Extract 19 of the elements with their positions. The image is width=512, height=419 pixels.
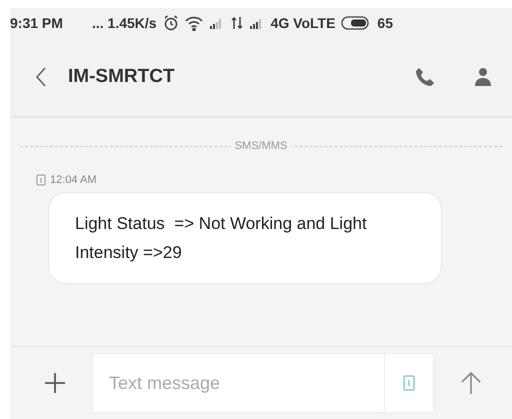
send-arrow-icon[interactable] [460, 371, 482, 395]
alarm-clock-icon [162, 15, 179, 31]
network-type: 4G VoLTE [270, 15, 336, 31]
channel-label: SMS/MMS [230, 140, 292, 152]
battery-icon [341, 16, 372, 30]
network-speed: ... 1.45K/s [92, 15, 157, 31]
battery-percent: 65 [377, 15, 393, 31]
message-time: 12:04 AM [50, 174, 96, 186]
plus-icon[interactable] [44, 372, 66, 394]
message-field[interactable]: Text message [92, 353, 384, 413]
back-icon[interactable] [34, 66, 48, 88]
status-time: 9:31 PM [10, 15, 64, 31]
data-arrows-icon [230, 16, 243, 30]
phone-icon[interactable] [414, 66, 436, 88]
contact-name: IM-SMRTCT [68, 66, 175, 88]
person-icon[interactable] [474, 67, 492, 87]
sim-card-icon [36, 174, 46, 186]
message-bubble: Light Status => Not Working and Light Intensity =>29 [48, 192, 442, 284]
wifi-icon [184, 15, 203, 31]
